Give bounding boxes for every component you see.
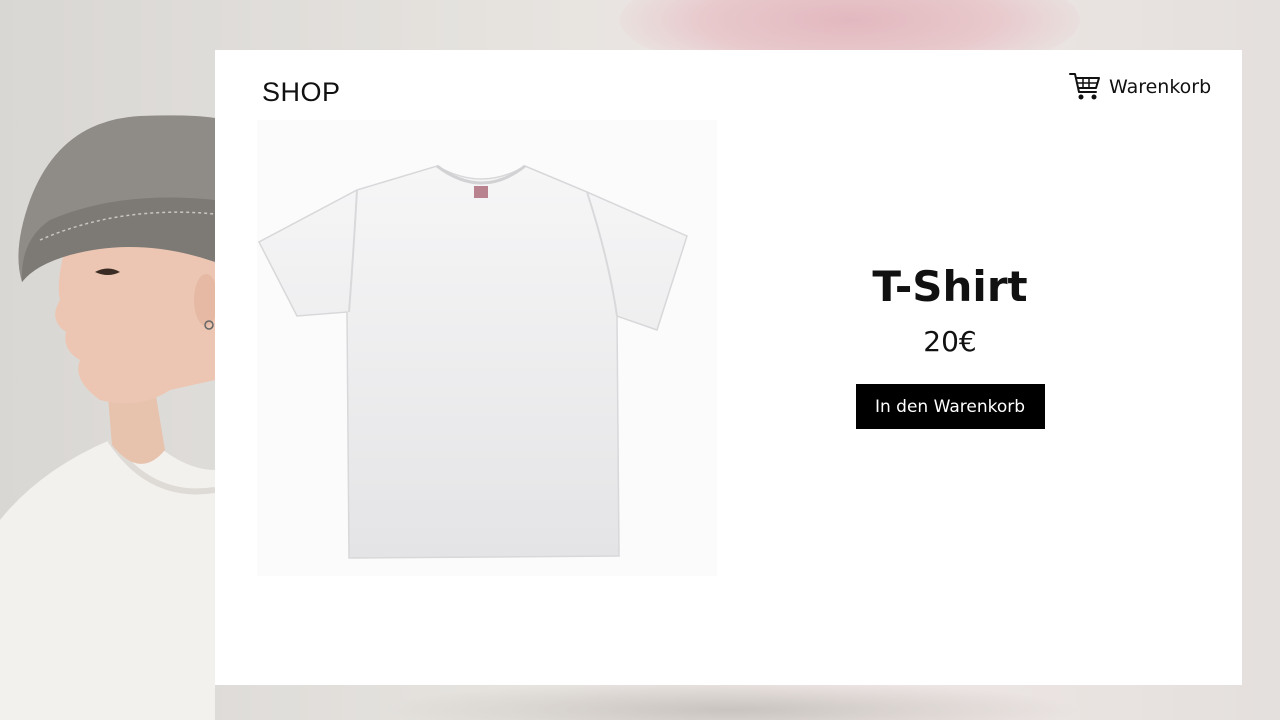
product-price: 20€ (923, 325, 977, 358)
tshirt-image (257, 164, 688, 559)
background-blur-bottom (380, 680, 1080, 720)
product-image (257, 120, 717, 576)
product-info: T-Shirt 20€ In den Warenkorb (835, 250, 1065, 429)
add-to-cart-button[interactable]: In den Warenkorb (855, 384, 1045, 429)
cart-label: Warenkorb (1109, 76, 1212, 98)
product-title: T-Shirt (872, 262, 1028, 311)
cart-icon (1069, 73, 1100, 100)
product-card: SHOP Warenkorb T-Shirt 20€ In den Warenk… (215, 50, 1242, 685)
model-photo (0, 115, 215, 720)
cart-link[interactable]: Warenkorb (1069, 72, 1211, 102)
shop-logo[interactable]: SHOP (262, 77, 341, 108)
